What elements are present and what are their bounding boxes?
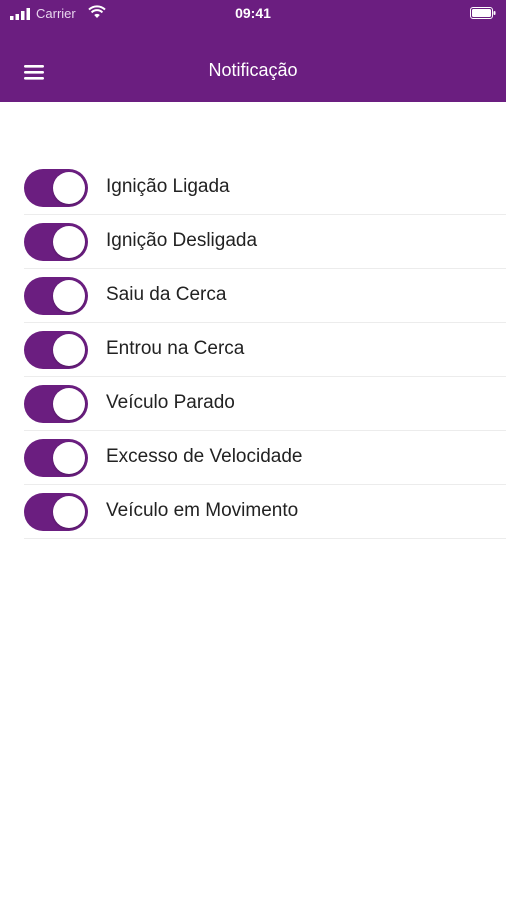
status-time: 09:41 xyxy=(235,5,271,21)
notification-toggle[interactable] xyxy=(24,223,88,261)
toggle-knob xyxy=(53,280,85,312)
notification-toggle[interactable] xyxy=(24,493,88,531)
notification-toggle[interactable] xyxy=(24,331,88,369)
list-item: Veículo Parado xyxy=(24,377,506,431)
notification-label: Ignição Ligada xyxy=(106,176,230,197)
list-item: Entrou na Cerca xyxy=(24,323,506,377)
list-item: Ignição Desligada xyxy=(24,215,506,269)
page-title: Notificação xyxy=(208,60,298,80)
list-item: Saiu da Cerca xyxy=(24,269,506,323)
toggle-knob xyxy=(53,334,85,366)
notification-toggle[interactable] xyxy=(24,385,88,423)
list-item: Excesso de Velocidade xyxy=(24,431,506,485)
status-bar: Carrier 09:41 xyxy=(0,0,506,28)
notification-settings-list: Ignição Ligada Ignição Desligada Saiu da… xyxy=(24,161,506,539)
notification-toggle[interactable] xyxy=(24,439,88,477)
battery-icon xyxy=(470,7,496,19)
toggle-knob xyxy=(53,442,85,474)
list-item: Veículo em Movimento xyxy=(24,485,506,539)
notification-label: Ignição Desligada xyxy=(106,230,258,251)
notification-label: Entrou na Cerca xyxy=(106,338,245,359)
toggle-knob xyxy=(53,388,85,420)
notification-toggle[interactable] xyxy=(24,169,88,207)
toggle-knob xyxy=(53,172,85,204)
notification-label: Veículo em Movimento xyxy=(106,500,299,521)
toggle-knob xyxy=(53,496,85,528)
app-header: Carrier 09:41 Notificação xyxy=(0,0,506,102)
list-item: Ignição Ligada xyxy=(24,161,506,215)
notification-toggle[interactable] xyxy=(24,277,88,315)
notification-label: Saiu da Cerca xyxy=(106,284,227,305)
notification-label: Excesso de Velocidade xyxy=(106,446,303,467)
notification-label: Veículo Parado xyxy=(106,392,235,413)
toggle-knob xyxy=(53,226,85,258)
